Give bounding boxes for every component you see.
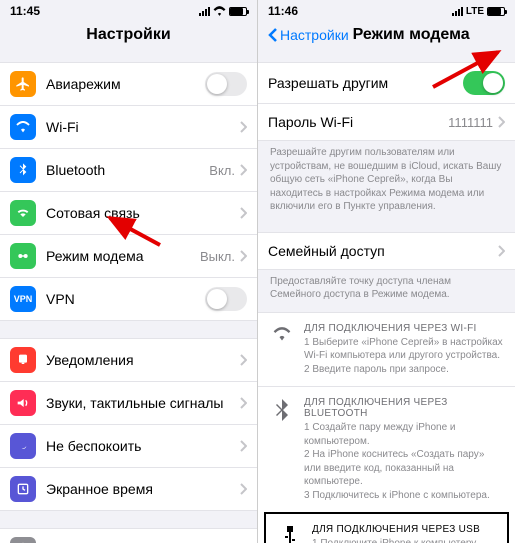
row-cellular[interactable]: Сотовая связь bbox=[0, 191, 257, 235]
hotspot-icon bbox=[10, 243, 36, 269]
row-allow-others[interactable]: Разрешать другим bbox=[258, 62, 515, 104]
battery-icon bbox=[229, 7, 247, 16]
usb-icon bbox=[278, 524, 302, 543]
vpn-icon: VPN bbox=[10, 286, 36, 312]
hotspot-pane: 11:46 LTE Настройки Режим модема Разреша… bbox=[258, 0, 515, 543]
signal-icon bbox=[452, 7, 463, 16]
sounds-label: Звуки, тактильные сигналы bbox=[46, 395, 239, 411]
dnd-label: Не беспокоить bbox=[46, 438, 239, 454]
bt-conn-step3: 3 Подключитесь к iPhone с компьютера. bbox=[304, 489, 503, 503]
settings-pane: 11:45 Настройки Авиарежим Wi-Fi Bluetoot… bbox=[0, 0, 257, 543]
family-help-text: Предоставляйте точку доступа членам Семе… bbox=[258, 269, 515, 302]
cellular-icon bbox=[10, 200, 36, 226]
wifi-icon bbox=[213, 6, 226, 16]
row-general[interactable]: Основные bbox=[0, 528, 257, 543]
nav-bar: Настройки Режим модема bbox=[258, 22, 515, 52]
wifi-conn-step2: 2 Введите пароль при запросе. bbox=[304, 363, 503, 377]
connect-wifi-section: ДЛЯ ПОДКЛЮЧЕНИЯ ЧЕРЕЗ WI-FI 1 Выберите «… bbox=[258, 312, 515, 387]
family-label: Семейный доступ bbox=[268, 243, 497, 259]
nav-bar: Настройки bbox=[0, 22, 257, 52]
chevron-icon bbox=[497, 116, 505, 128]
chevron-icon bbox=[239, 354, 247, 366]
allow-help-text: Разрешайте другим пользователям или устр… bbox=[258, 140, 515, 214]
allow-label: Разрешать другим bbox=[268, 75, 463, 91]
usb-conn-step1: 1 Подключите iPhone к компьютеру. bbox=[312, 537, 495, 543]
hotspot-label: Режим модема bbox=[46, 248, 200, 264]
page-title: Настройки bbox=[86, 26, 170, 44]
wifi-icon bbox=[270, 323, 294, 377]
time: 11:45 bbox=[10, 4, 40, 18]
row-notifications[interactable]: Уведомления bbox=[0, 338, 257, 382]
net-label: LTE bbox=[466, 6, 484, 17]
wifi-label: Wi-Fi bbox=[46, 119, 235, 135]
usb-conn-title: ДЛЯ ПОДКЛЮЧЕНИЯ ЧЕРЕЗ USB bbox=[312, 524, 495, 535]
dnd-icon bbox=[10, 433, 36, 459]
row-dnd[interactable]: Не беспокоить bbox=[0, 424, 257, 468]
gear-icon bbox=[10, 537, 36, 543]
chevron-icon bbox=[239, 483, 247, 495]
chevron-icon bbox=[239, 121, 247, 133]
vpn-toggle[interactable] bbox=[205, 287, 247, 311]
row-wifi[interactable]: Wi-Fi bbox=[0, 105, 257, 149]
row-hotspot[interactable]: Режим модема Выкл. bbox=[0, 234, 257, 278]
bluetooth-icon bbox=[10, 157, 36, 183]
chevron-icon bbox=[239, 250, 247, 262]
wifi-row-icon bbox=[10, 114, 36, 140]
battery-icon bbox=[487, 7, 505, 16]
wifi-conn-step1: 1 Выберите «iPhone Сергей» в настройках … bbox=[304, 336, 503, 363]
status-bar: 11:45 bbox=[0, 0, 257, 22]
airplane-label: Авиарежим bbox=[46, 76, 205, 92]
cellular-label: Сотовая связь bbox=[46, 205, 239, 221]
sounds-icon bbox=[10, 390, 36, 416]
row-bluetooth[interactable]: Bluetooth Вкл. bbox=[0, 148, 257, 192]
chevron-icon bbox=[497, 245, 505, 257]
status-bar: 11:46 LTE bbox=[258, 0, 515, 22]
row-screentime[interactable]: Экранное время bbox=[0, 467, 257, 511]
bt-conn-title: ДЛЯ ПОДКЛЮЧЕНИЯ ЧЕРЕЗ BLUETOOTH bbox=[304, 397, 503, 419]
row-vpn[interactable]: VPN VPN bbox=[0, 277, 257, 321]
notifications-icon bbox=[10, 347, 36, 373]
airplane-icon bbox=[10, 71, 36, 97]
password-value: 1111111 bbox=[448, 115, 493, 130]
row-sounds[interactable]: Звуки, тактильные сигналы bbox=[0, 381, 257, 425]
row-airplane[interactable]: Авиарежим bbox=[0, 62, 257, 106]
back-label: Настройки bbox=[280, 27, 349, 43]
notifications-label: Уведомления bbox=[46, 352, 239, 368]
bluetooth-label: Bluetooth bbox=[46, 162, 209, 178]
time: 11:46 bbox=[268, 4, 298, 18]
vpn-label: VPN bbox=[46, 291, 205, 307]
bluetooth-icon bbox=[270, 397, 294, 502]
password-label: Пароль Wi-Fi bbox=[268, 114, 448, 130]
connect-usb-section: ДЛЯ ПОДКЛЮЧЕНИЯ ЧЕРЕЗ USB 1 Подключите i… bbox=[264, 512, 509, 543]
page-title: Режим модема bbox=[353, 26, 505, 44]
chevron-icon bbox=[239, 397, 247, 409]
bluetooth-value: Вкл. bbox=[209, 163, 235, 178]
screentime-label: Экранное время bbox=[46, 481, 239, 497]
signal-icon bbox=[199, 7, 210, 16]
screentime-icon bbox=[10, 476, 36, 502]
allow-toggle[interactable] bbox=[463, 71, 505, 95]
wifi-conn-title: ДЛЯ ПОДКЛЮЧЕНИЯ ЧЕРЕЗ WI-FI bbox=[304, 323, 503, 334]
row-family-sharing[interactable]: Семейный доступ bbox=[258, 232, 515, 270]
bt-conn-step2: 2 На iPhone коснитесь «Создать пару» или… bbox=[304, 448, 503, 489]
connect-bluetooth-section: ДЛЯ ПОДКЛЮЧЕНИЯ ЧЕРЕЗ BLUETOOTH 1 Создай… bbox=[258, 386, 515, 512]
chevron-icon bbox=[239, 207, 247, 219]
chevron-icon bbox=[239, 440, 247, 452]
chevron-icon bbox=[239, 164, 247, 176]
airplane-toggle[interactable] bbox=[205, 72, 247, 96]
hotspot-value: Выкл. bbox=[200, 249, 235, 264]
row-password[interactable]: Пароль Wi-Fi 1111111 bbox=[258, 103, 515, 141]
back-button[interactable]: Настройки bbox=[268, 27, 349, 43]
bt-conn-step1: 1 Создайте пару между iPhone и компьютер… bbox=[304, 421, 503, 448]
